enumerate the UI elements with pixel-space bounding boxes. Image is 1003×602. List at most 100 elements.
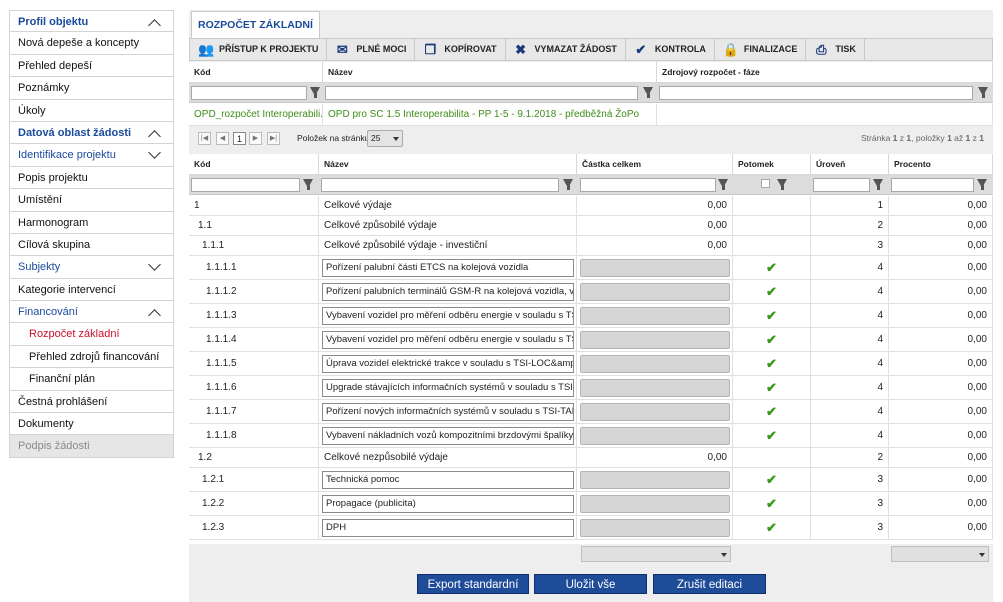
kontrola-button[interactable]: ✔ KONTROLA <box>626 39 715 60</box>
plne-moci-button[interactable]: ✉ PLNÉ MOCI <box>327 39 416 60</box>
row-name-input[interactable]: Propagace (publicita) <box>322 495 574 513</box>
save-all-button[interactable]: Uložit vše <box>534 574 647 594</box>
export-button[interactable]: Export standardní <box>417 574 529 594</box>
sidebar-item-rozpocet-zakladni[interactable]: Rozpočet základní <box>9 323 174 346</box>
filter-icon[interactable] <box>643 87 653 98</box>
filter-icon[interactable] <box>978 87 988 98</box>
filter-icon[interactable] <box>563 179 573 190</box>
kopirovat-button[interactable]: ❐ KOPÍROVAT <box>415 39 506 60</box>
chevron-down-icon[interactable] <box>148 146 161 160</box>
tisk-button[interactable]: ⎙ TISK <box>806 39 865 60</box>
row-amount-input[interactable] <box>580 259 730 277</box>
col-header-nazev[interactable]: Název <box>319 154 577 175</box>
footer-percent-select[interactable] <box>891 546 989 562</box>
row-code-cell: 1.1.1.7 <box>189 400 319 424</box>
filter-input-uroven[interactable] <box>813 178 870 192</box>
sidebar-item-profil-objektu[interactable]: Profil objektu <box>9 10 174 33</box>
sidebar-item-datova-oblast-zadosti[interactable]: Datová oblast žádosti <box>9 121 174 145</box>
col-header-kod[interactable]: Kód <box>189 62 323 83</box>
sidebar-item-financovani[interactable]: Financování <box>9 301 174 324</box>
row-amount-input[interactable] <box>580 471 730 489</box>
filter-input-kod[interactable] <box>191 86 307 100</box>
filter-input-castka[interactable] <box>580 178 716 192</box>
col-header-uroven[interactable]: Úroveň <box>811 154 889 175</box>
page-number-input[interactable]: 1 <box>233 132 246 145</box>
filter-input-procento[interactable] <box>891 178 974 192</box>
row-name-input[interactable]: Vybavení vozidel pro měření odběru energ… <box>322 307 574 325</box>
row-level-cell: 3 <box>811 468 889 492</box>
sidebar-item-financni-plan[interactable]: Finanční plán <box>9 368 174 391</box>
sidebar-item-nova-depese-a-koncepty[interactable]: Nová depeše a koncepty <box>9 32 174 55</box>
row-name-input[interactable]: DPH <box>322 519 574 537</box>
row-name-input[interactable]: Pořízení palubních terminálů GSM-R na ko… <box>322 283 574 301</box>
budget-name-cell[interactable]: OPD pro SC 1.5 Interoperabilita - PP 1-5… <box>323 104 657 126</box>
row-amount-input[interactable] <box>580 331 730 349</box>
col-header-nazev[interactable]: Název <box>323 62 657 83</box>
pristup-k-projektu-button[interactable]: 👥 PŘÍSTUP K PROJEKTU <box>190 39 328 60</box>
per-page-select[interactable]: 25 <box>367 130 403 147</box>
sidebar-item-label: Popis projektu <box>18 171 88 184</box>
sidebar-item-umisteni[interactable]: Umístění <box>9 189 174 212</box>
col-header-castka[interactable]: Částka celkem <box>577 154 733 175</box>
row-name-input[interactable]: Technická pomoc <box>322 471 574 489</box>
sidebar-item-dokumenty[interactable]: Dokumenty <box>9 413 174 436</box>
row-name-input[interactable]: Úprava vozidel elektrické trakce v soula… <box>322 355 574 373</box>
col-header-kod[interactable]: Kód <box>189 154 319 175</box>
row-amount-input[interactable] <box>580 355 730 373</box>
filter-icon[interactable] <box>777 179 787 190</box>
filter-checkbox-potomek[interactable] <box>761 179 770 188</box>
row-amount-input[interactable] <box>580 403 730 421</box>
col-header-potomek[interactable]: Potomek <box>733 154 811 175</box>
chevron-up-icon[interactable] <box>148 130 161 143</box>
budget-code-cell[interactable]: OPD_rozpočet Interoperabili... <box>189 104 323 126</box>
tab-rozpocet-zakladni[interactable]: ROZPOČET ZÁKLADNÍ <box>191 11 320 38</box>
col-header-procento[interactable]: Procento <box>889 154 993 175</box>
filter-input-kod[interactable] <box>191 178 300 192</box>
sidebar-item-prehled-depesi[interactable]: Přehled depeší <box>9 54 174 78</box>
pager-summary-text: Stránka <box>861 133 891 143</box>
row-level-cell: 1 <box>811 196 889 216</box>
first-page-button[interactable]: |◀ <box>198 132 211 145</box>
filter-icon[interactable] <box>310 87 320 98</box>
filter-input-zdroj[interactable] <box>659 86 973 100</box>
finalizace-button[interactable]: 🔒 FINALIZACE <box>715 39 807 60</box>
row-amount-input[interactable] <box>580 427 730 445</box>
next-page-button[interactable]: ▶ <box>249 132 262 145</box>
filter-input-nazev[interactable] <box>321 178 559 192</box>
row-amount-input[interactable] <box>580 495 730 513</box>
sidebar-item-cestna-prohlaseni[interactable]: Čestná prohlášení <box>9 390 174 414</box>
row-name-input[interactable]: Upgrade stávajících informačních systémů… <box>322 379 574 397</box>
sidebar-item-identifikace-projektu[interactable]: Identifikace projektu <box>9 144 174 167</box>
row-amount-input[interactable] <box>580 519 730 537</box>
row-amount-input[interactable] <box>580 307 730 325</box>
budget-source-cell[interactable] <box>657 104 993 126</box>
vymazat-zadost-button[interactable]: ✖ VYMAZAT ŽÁDOST <box>506 39 626 60</box>
chevron-up-icon[interactable] <box>148 309 161 322</box>
sidebar-item-popis-projektu[interactable]: Popis projektu <box>9 166 174 190</box>
chevron-up-icon[interactable] <box>148 19 161 32</box>
prev-page-button[interactable]: ◀ <box>216 132 229 145</box>
filter-icon[interactable] <box>977 179 987 190</box>
sidebar-item-subjekty[interactable]: Subjekty <box>9 256 174 279</box>
filter-input-nazev[interactable] <box>325 86 638 100</box>
footer-amount-select[interactable] <box>581 546 731 562</box>
filter-icon[interactable] <box>873 179 883 190</box>
filter-icon[interactable] <box>718 179 728 190</box>
chevron-down-icon[interactable] <box>148 258 161 272</box>
sidebar-item-ukoly[interactable]: Úkoly <box>9 99 174 122</box>
last-page-button[interactable]: ▶| <box>267 132 280 145</box>
filter-icon[interactable] <box>303 179 313 190</box>
sidebar-item-kategorie-intervenci[interactable]: Kategorie intervencí <box>9 278 174 302</box>
row-name-input[interactable]: Pořízení nových informačních systémů v s… <box>322 403 574 421</box>
row-amount-input[interactable] <box>580 379 730 397</box>
cancel-edit-button[interactable]: Zrušit editaci <box>653 574 766 594</box>
row-name-input[interactable]: Pořízení palubní části ETCS na kolejová … <box>322 259 574 277</box>
sidebar-item-prehled-zdroju-financovani[interactable]: Přehled zdrojů financování <box>9 345 174 369</box>
sidebar-item-poznamky[interactable]: Poznámky <box>9 77 174 100</box>
sidebar-item-harmonogram[interactable]: Harmonogram <box>9 211 174 234</box>
row-name-input[interactable]: Vybavení nákladních vozů kompozitními br… <box>322 427 574 445</box>
col-header-zdrojovy-rozpocet[interactable]: Zdrojový rozpočet - fáze <box>657 62 993 83</box>
row-amount-input[interactable] <box>580 283 730 301</box>
sidebar-item-cilova-skupina[interactable]: Cílová skupina <box>9 233 174 257</box>
row-name-input[interactable]: Vybavení vozidel pro měření odběru energ… <box>322 331 574 349</box>
